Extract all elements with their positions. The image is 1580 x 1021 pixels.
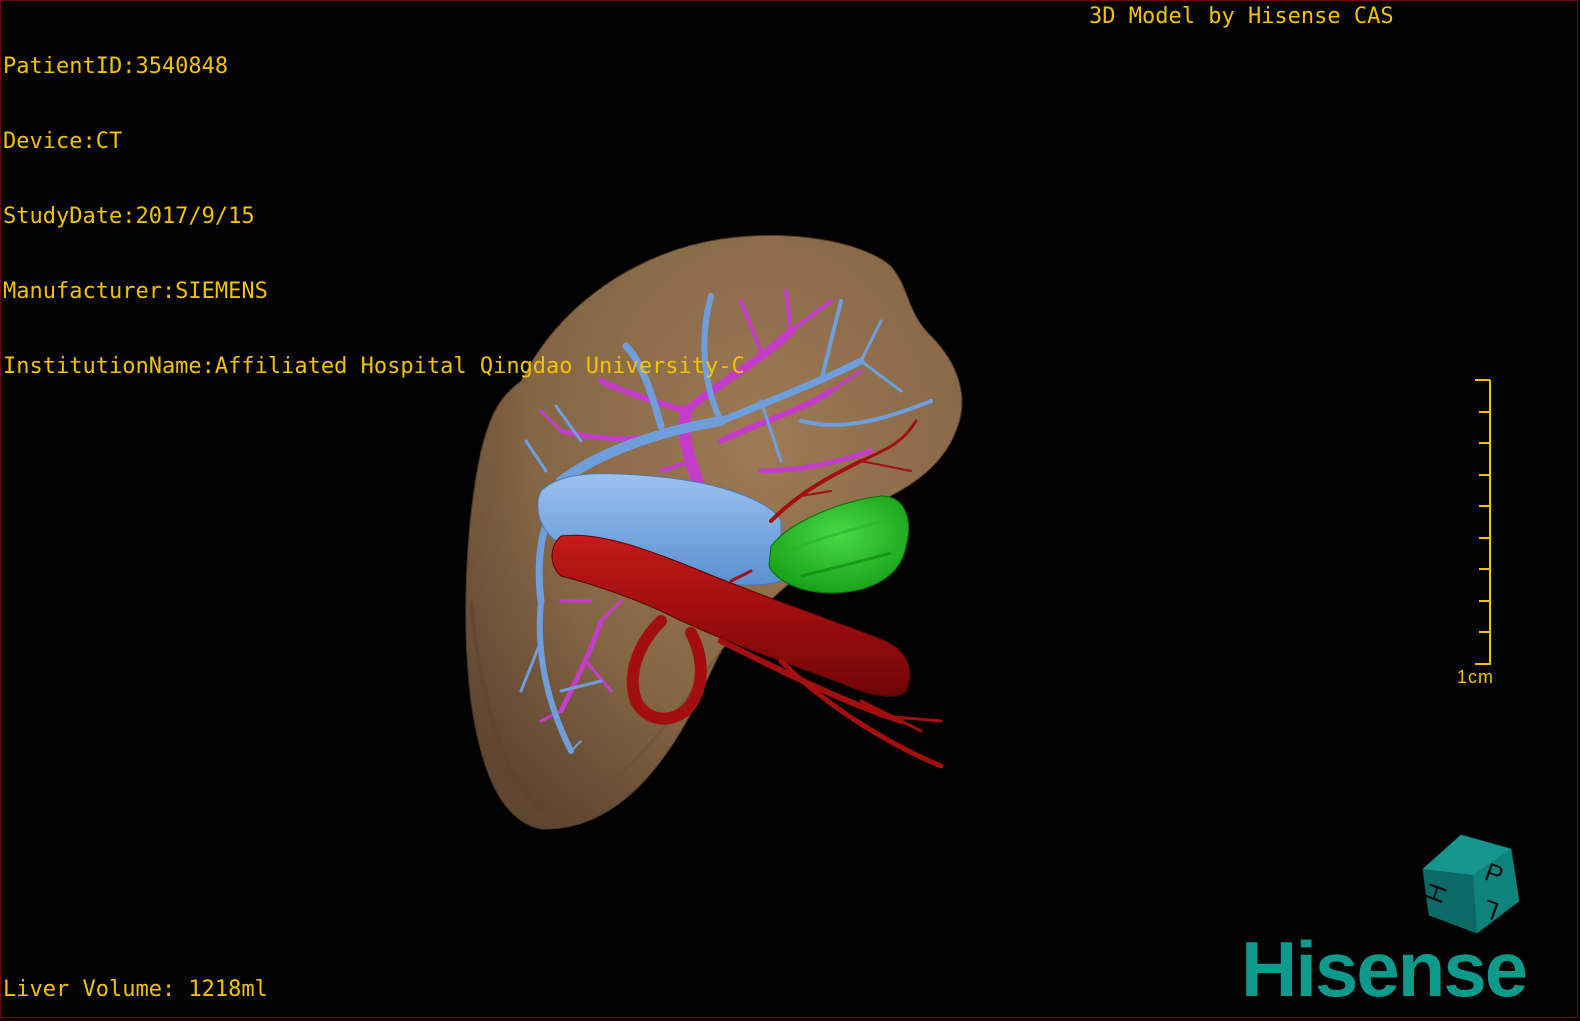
liver-volume-text: Liver Volume: 1218ml	[3, 977, 268, 1002]
study-date-text: StudyDate:2017/9/15	[3, 204, 255, 229]
dicom-info-block: PatientID:3540848 Device:CT StudyDate:20…	[3, 4, 745, 429]
model-caption: 3D Model by Hisense CAS	[1089, 4, 1394, 29]
patient-id-text: PatientID:3540848	[3, 54, 229, 79]
scale-bar	[1475, 379, 1491, 665]
logo-text: Hisense	[1241, 925, 1528, 1013]
institution-text: InstitutionName:Affiliated Hospital Qing…	[3, 354, 745, 379]
hisense-logo: Hisense	[1241, 925, 1571, 1013]
device-text: Device:CT	[3, 129, 123, 154]
3d-viewport[interactable]: PatientID:3540848 Device:CT StudyDate:20…	[0, 0, 1578, 1018]
scale-label: 1cm	[1457, 667, 1495, 687]
manufacturer-text: Manufacturer:SIEMENS	[3, 279, 268, 304]
